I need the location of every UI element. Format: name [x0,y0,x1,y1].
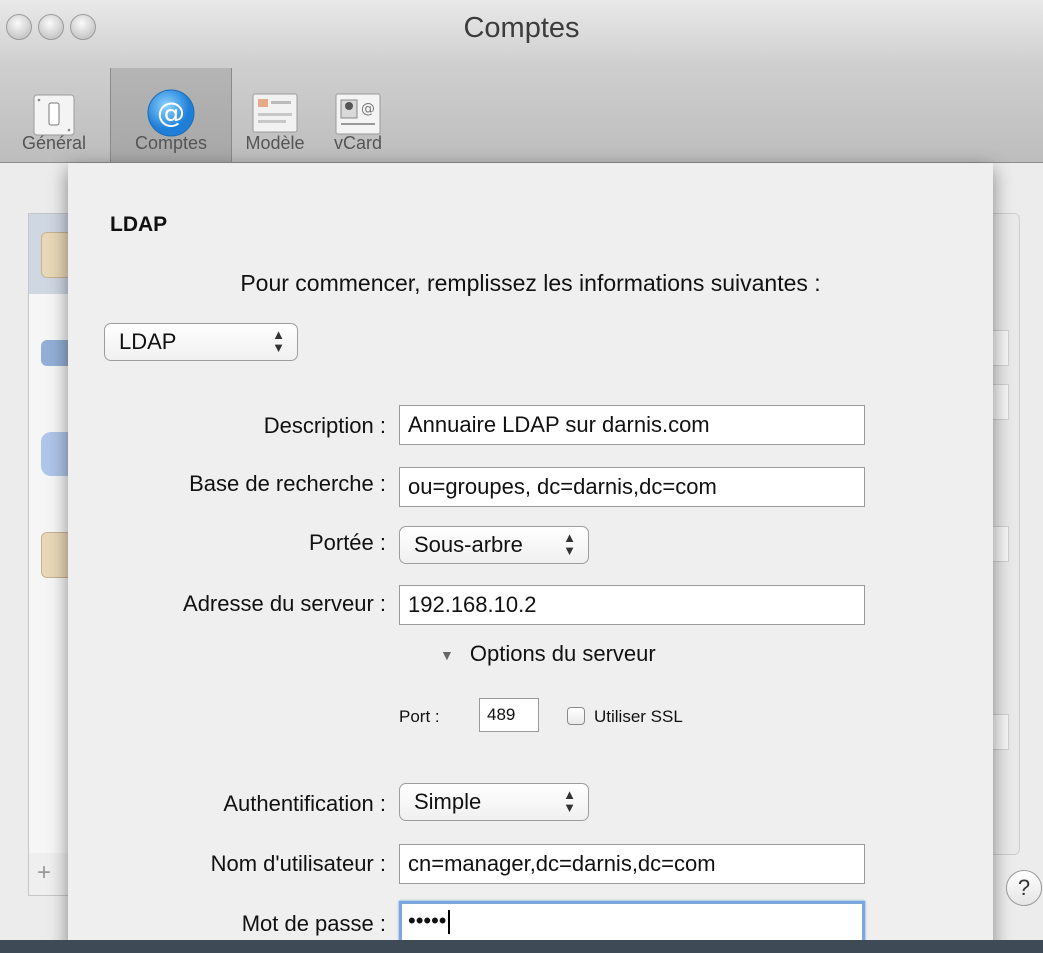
scope-label: Portée : [308,530,386,555]
server-options-label: Options du serveur [469,641,656,666]
sheet-title: LDAP [110,213,168,236]
password-value: ••••• [408,908,447,933]
svg-text:@: @ [157,96,185,129]
toolbar-comptes[interactable]: @ Comptes [110,68,232,162]
add-account-icon: + [37,859,52,886]
help-button[interactable]: ? [1006,870,1042,906]
authentication-label: Authentification : [223,791,386,816]
toolbar-vcard-label: vCard [333,133,382,153]
window-bottom-edge [0,940,1043,953]
search-base-field[interactable]: ou=groupes, dc=darnis,dc=com [399,467,865,507]
popup-arrows-icon: ▲ ▼ [563,787,576,815]
toolbar-general[interactable]: Général [0,75,108,162]
description-label: Description : [263,413,386,438]
account-type-value: LDAP [119,329,177,354]
popup-arrows-icon: ▲ ▼ [272,327,285,355]
username-field[interactable]: cn=manager,dc=darnis,dc=com [399,844,865,884]
ldap-setup-sheet: LDAP Pour commencer, remplissez les info… [68,163,993,953]
disclosure-triangle-icon: ▼ [440,647,454,664]
vcard-icon: @ [335,93,381,135]
svg-text:@: @ [361,101,375,117]
server-address-label: Adresse du serveur : [183,591,386,616]
port-field[interactable]: 489 [479,698,539,732]
toolbar-vcard[interactable]: @ vCard [320,75,396,162]
window-toolbar: Comptes Général @ Comptes Modèle @ vCard [0,0,1043,163]
server-options-disclosure[interactable]: ▼ Options du serveur [440,641,656,667]
scope-value: Sous-arbre [414,532,523,557]
light-switch-icon [33,94,75,136]
use-ssl-checkbox[interactable] [567,707,585,725]
toolbar-general-label: Général [21,133,87,153]
use-ssl-label: Utiliser SSL [594,707,683,726]
search-base-label: Base de recherche : [189,471,386,496]
text-cursor [447,910,450,935]
template-card-icon [252,93,298,133]
at-sign-icon: @ [147,89,195,137]
toolbar-modele[interactable]: Modèle [232,75,318,162]
username-label: Nom d'utilisateur : [210,851,386,876]
server-address-field[interactable]: 192.168.10.2 [399,585,865,625]
window-title: Comptes [463,12,580,44]
authentication-popup[interactable]: Simple ▲ ▼ [399,783,589,821]
authentication-value: Simple [414,789,482,814]
password-field[interactable]: ••••• [399,901,865,945]
account-type-popup[interactable]: LDAP ▲ ▼ [104,323,298,361]
popup-arrows-icon: ▲ ▼ [563,530,576,558]
sheet-subtitle: Pour commencer, remplissez les informati… [240,270,821,296]
scope-popup[interactable]: Sous-arbre ▲ ▼ [399,526,589,564]
password-label: Mot de passe : [241,911,386,936]
toolbar-modele-label: Modèle [245,133,305,153]
port-label: Port : [399,707,440,726]
description-field[interactable]: Annuaire LDAP sur darnis.com [399,405,865,445]
toolbar-comptes-label: Comptes [134,133,208,153]
preferences-window: Comptes Général @ Comptes Modèle @ vCard… [0,0,1043,953]
